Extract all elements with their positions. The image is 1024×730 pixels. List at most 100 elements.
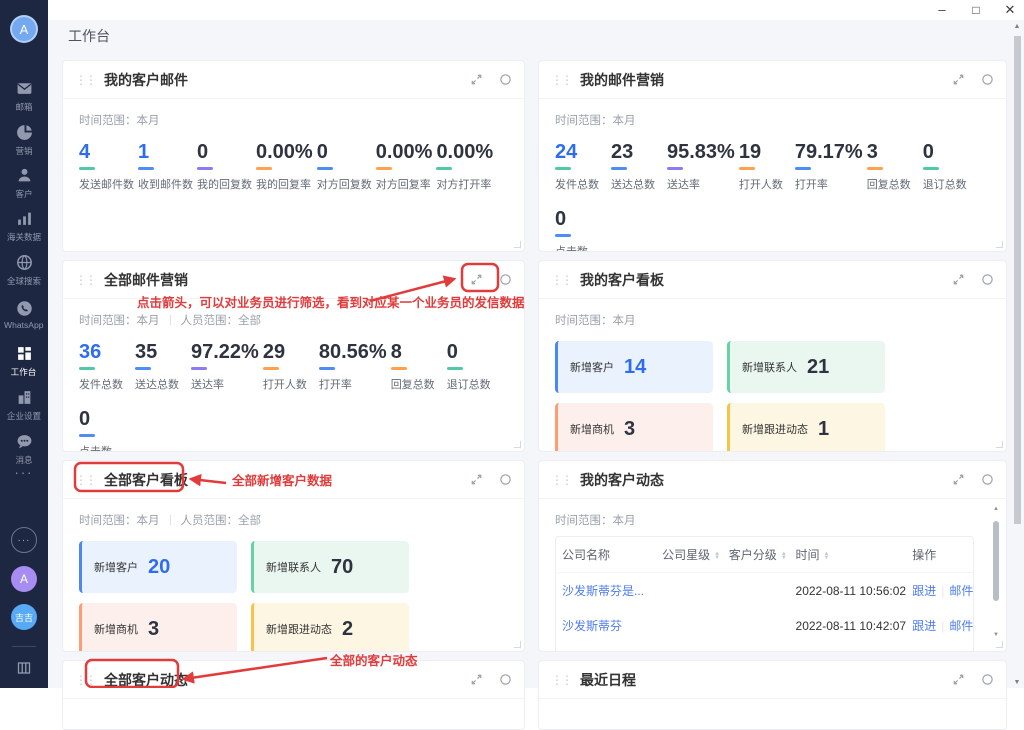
page-title: 工作台 — [68, 26, 110, 46]
refresh-icon[interactable] — [499, 73, 512, 86]
company-link[interactable]: 沙发斯蒂芬 — [562, 619, 622, 633]
scrollbar-thumb[interactable] — [1014, 36, 1021, 524]
email-link[interactable]: 邮件 — [949, 619, 973, 633]
sidebar-item-marketing[interactable]: 营销 — [0, 124, 48, 157]
scroll-up-icon[interactable]: ▲ — [1014, 22, 1021, 32]
stat-item: 0.00%对方回复率 — [376, 141, 433, 192]
stat-item: 0点击数 — [555, 208, 607, 252]
card-title: 最近日程 — [580, 670, 636, 690]
kanban-tile-new-customers: 新增客户20 — [79, 541, 237, 593]
scroll-down-icon[interactable]: ▼ — [1014, 678, 1021, 688]
resize-handle[interactable] — [514, 441, 521, 448]
expand-icon[interactable] — [952, 673, 965, 686]
expand-icon[interactable] — [470, 473, 483, 486]
card-all-customer-activity: ⋮⋮ 全部客户动态 — [62, 660, 525, 730]
chat-icon — [16, 433, 33, 450]
resize-handle[interactable] — [996, 441, 1003, 448]
filter-bar: 时间范围：本月 — [79, 112, 508, 128]
expand-icon[interactable] — [952, 473, 965, 486]
sidebar-item-workbench[interactable]: 工作台 — [0, 345, 48, 378]
sidebar: A 邮箱 营销 客户 海关数据 全球搜索 WhatsApp 工作台 企业设置 消… — [0, 0, 48, 688]
follow-up-link[interactable]: 跟进 — [912, 584, 936, 598]
window-minimize-button[interactable]: – — [934, 0, 950, 20]
drag-handle-icon[interactable]: ⋮⋮ — [75, 674, 95, 686]
stat-item: 29打开人数 — [263, 341, 315, 392]
stat-item: 8回复总数 — [391, 341, 443, 392]
window-close-button[interactable]: ✕ — [1002, 0, 1018, 20]
card-title: 全部客户看板 — [104, 470, 188, 490]
expand-icon[interactable] — [952, 273, 965, 286]
resize-handle[interactable] — [514, 241, 521, 248]
window-titlebar: – □ ✕ — [48, 0, 1024, 20]
window-maximize-button[interactable]: □ — [968, 0, 984, 20]
avatar[interactable]: A — [10, 15, 38, 43]
sort-icon[interactable]: ▲▼ — [781, 552, 787, 560]
sidebar-item-customer[interactable]: 客户 — [0, 167, 48, 200]
table-scrollbar[interactable]: ▲ ▼ — [991, 505, 1001, 639]
refresh-icon[interactable] — [499, 473, 512, 486]
sidebar-divider — [12, 646, 36, 647]
refresh-icon[interactable] — [499, 673, 512, 686]
stat-item: 23送达总数 — [611, 141, 663, 192]
sidebar-item-customs-data[interactable]: 海关数据 — [0, 210, 48, 243]
drag-handle-icon[interactable]: ⋮⋮ — [551, 74, 571, 86]
email-link[interactable]: 邮件 — [949, 584, 973, 598]
table-row: 沙发斯蒂芬是... 2022-08-11 10:56:02 跟进|邮件 — [556, 573, 973, 609]
card-title: 我的客户动态 — [580, 470, 664, 490]
company-link[interactable]: 沙发斯蒂芬是... — [562, 584, 644, 598]
drag-handle-icon[interactable]: ⋮⋮ — [75, 474, 95, 486]
stat-item: 79.17%打开率 — [795, 141, 863, 192]
sidebar-more-button[interactable]: ··· — [0, 465, 48, 480]
column-header-star: 公司星级▲▼ — [656, 537, 723, 573]
refresh-icon[interactable] — [981, 73, 994, 86]
follow-up-link[interactable]: 跟进 — [912, 619, 936, 633]
sidebar-item-label: 全球搜索 — [7, 274, 41, 286]
filter-bar: 时间范围：本月 人员范围：全部 — [79, 312, 508, 328]
sidebar-item-enterprise-settings[interactable]: 企业设置 — [0, 389, 48, 422]
card-all-customer-board: ⋮⋮ 全部客户看板 时间范围：本月 人员范围：全部 新增客户20 新增联系人70… — [62, 460, 525, 652]
sort-icon[interactable]: ▲▼ — [714, 552, 720, 560]
drag-handle-icon[interactable]: ⋮⋮ — [551, 674, 571, 686]
pie-chart-icon — [16, 124, 33, 141]
whatsapp-icon — [16, 300, 33, 317]
drag-handle-icon[interactable]: ⋮⋮ — [551, 474, 571, 486]
sidebar-item-mail[interactable]: 邮箱 — [0, 80, 48, 113]
sidebar-item-label: 邮箱 — [15, 100, 32, 112]
refresh-icon[interactable] — [981, 473, 994, 486]
stat-item: 3回复总数 — [867, 141, 919, 192]
avatar-purple[interactable]: A — [11, 566, 37, 592]
sidebar-more-circle-button[interactable]: ··· — [11, 527, 37, 553]
resize-handle[interactable] — [996, 241, 1003, 248]
refresh-icon[interactable] — [981, 673, 994, 686]
scroll-up-icon[interactable]: ▲ — [993, 505, 999, 513]
expand-icon[interactable] — [470, 73, 483, 86]
resize-handle[interactable] — [514, 641, 521, 648]
expand-icon[interactable] — [470, 273, 483, 286]
scroll-down-icon[interactable]: ▼ — [993, 631, 999, 639]
sidebar-item-messages[interactable]: 消息 — [0, 433, 48, 466]
kanban-tile-new-followups: 新增跟进动态2 — [251, 603, 409, 652]
sidebar-item-global-search[interactable]: 全球搜索 — [0, 254, 48, 287]
sort-icon[interactable]: ▲▼ — [824, 552, 830, 560]
card-title: 我的邮件营销 — [580, 70, 664, 90]
avatar-blue[interactable]: 吉吉 — [11, 604, 37, 630]
stat-item: 97.22%送达率 — [191, 341, 259, 392]
sidebar-item-whatsapp[interactable]: WhatsApp — [0, 300, 48, 330]
drag-handle-icon[interactable]: ⋮⋮ — [75, 274, 95, 286]
stat-item: 1收到邮件数 — [138, 141, 193, 192]
sidebar-apps-button[interactable] — [16, 660, 32, 681]
kanban-tile-new-contacts: 新增联系人70 — [251, 541, 409, 593]
expand-icon[interactable] — [470, 673, 483, 686]
dashboard-icon — [16, 345, 33, 362]
refresh-icon[interactable] — [981, 273, 994, 286]
activity-table: 公司名称 公司星级▲▼ 客户分级▲▼ 时间▲▼ 操作 沙发斯蒂芬是... 202… — [555, 536, 974, 652]
bar-chart-icon — [16, 210, 33, 227]
expand-icon[interactable] — [952, 73, 965, 86]
page-scrollbar[interactable]: ▲ ▼ — [1011, 22, 1023, 688]
card-recent-schedule: ⋮⋮ 最近日程 — [538, 660, 1007, 730]
drag-handle-icon[interactable]: ⋮⋮ — [75, 74, 95, 86]
drag-handle-icon[interactable]: ⋮⋮ — [551, 274, 571, 286]
refresh-icon[interactable] — [499, 273, 512, 286]
scrollbar-thumb[interactable] — [993, 521, 999, 601]
resize-handle[interactable] — [996, 641, 1003, 648]
